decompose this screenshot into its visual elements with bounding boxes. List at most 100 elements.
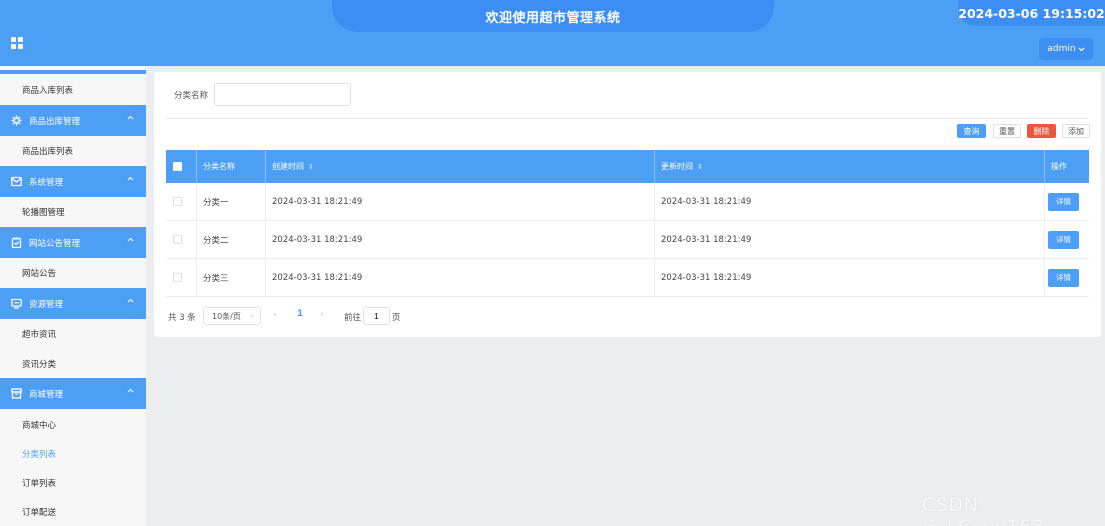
sidebar-item-stock-out-list[interactable]: 商品出库列表 [0,136,146,166]
chevron-up-icon [127,176,134,181]
cell-created: 2024-03-31 18:21:49 [266,183,655,220]
sidebar-group-label: 商品出库管理 [29,116,81,127]
datetime-banner: 2024-03-06 19:15:02 [958,0,1105,26]
sidebar-group-system[interactable]: 系统管理 [0,166,146,197]
sort-icon[interactable]: ⇕ [697,163,703,171]
category-table: 分类名称 创建时间 ⇕ 更新时间 ⇕ 操作 分类一 2024-03-31 18:… [166,150,1089,297]
monitor-icon [11,298,22,309]
sidebar-item-order-list[interactable]: 订单列表 [0,468,146,498]
cell-action: 详情 [1045,183,1089,220]
cell-updated: 2024-03-31 18:21:49 [655,259,1045,296]
user-name: admin [1047,44,1076,54]
cell-created: 2024-03-31 18:21:49 [266,259,655,296]
page-size-value: 10条/页 [212,311,241,321]
sidebar-item-label: 商品出库列表 [22,147,74,157]
divider [166,118,1088,119]
chevron-down-icon: ⌄ [249,311,255,319]
search-label: 分类名称 [174,91,209,101]
delete-button[interactable]: 删除 [1027,124,1056,138]
table-header: 分类名称 创建时间 ⇕ 更新时间 ⇕ 操作 [166,150,1089,183]
sidebar-group-label: 商城管理 [29,389,64,400]
sidebar-group-label: 系统管理 [29,177,64,188]
sidebar-group-announcement[interactable]: 网站公告管理 [0,227,146,258]
column-header-action: 操作 [1045,150,1089,183]
row-checkbox[interactable] [173,273,182,282]
user-menu-button[interactable]: admin [1039,38,1093,60]
sidebar-item-stock-in-list[interactable]: 商品入库列表 [0,75,146,105]
column-header-label: 操作 [1051,162,1067,171]
select-all-cell [166,150,197,183]
sidebar-item-label: 网站公告 [22,269,57,279]
sidebar-group-label: 资源管理 [29,299,64,310]
sidebar-item-news-category[interactable]: 资讯分类 [0,349,146,379]
select-all-checkbox[interactable] [173,162,182,171]
sidebar-item-label: 商品入库列表 [22,86,74,96]
next-page-button[interactable]: › [320,310,324,320]
column-header-label: 分类名称 [203,162,235,171]
sidebar-item-label: 订单列表 [22,479,57,489]
sidebar-item-carousel[interactable]: 轮播图管理 [0,197,146,227]
sidebar-item-announcement[interactable]: 网站公告 [0,258,146,288]
query-button[interactable]: 查询 [957,124,986,138]
table-row: 分类二 2024-03-31 18:21:49 2024-03-31 18:21… [166,221,1089,259]
sidebar-group-label: 网站公告管理 [29,238,81,249]
sidebar-group-bar[interactable] [0,70,146,74]
sidebar-group-mall[interactable]: 商城管理 [0,378,146,409]
detail-button[interactable]: 详情 [1048,192,1079,211]
sort-icon[interactable]: ⇕ [308,163,314,171]
sidebar-group-stock-out[interactable]: 商品出库管理 [0,105,146,136]
cell-name: 分类三 [197,259,266,296]
sidebar-item-order-delivery[interactable]: 订单配送 [0,497,146,526]
detail-button[interactable]: 详情 [1048,268,1079,287]
column-header-created[interactable]: 创建时间 ⇕ [266,150,655,183]
goto-label: 前往 [344,313,362,323]
title-banner: 欢迎使用超市管理系统 [332,0,774,32]
row-select-cell [166,259,197,296]
chevron-up-icon [127,237,134,242]
sidebar-item-market-news[interactable]: 超市资讯 [0,319,146,349]
prev-page-button[interactable]: ‹ [273,310,277,320]
goto-page-input[interactable] [363,307,390,325]
cell-updated: 2024-03-31 18:21:49 [655,221,1045,258]
cell-action: 详情 [1045,259,1089,296]
category-name-input[interactable] [214,83,351,106]
mail-icon [11,176,22,187]
page-number-current[interactable]: 1 [297,309,303,319]
cell-created: 2024-03-31 18:21:49 [266,221,655,258]
sidebar-item-label: 订单配送 [22,508,57,518]
pagination: 共 3 条 10条/页 ⌄ ‹ 1 › 前往 页 [168,307,568,325]
reset-button[interactable]: 重置 [993,124,1021,138]
sidebar-item-label: 分类列表 [22,450,57,460]
page-size-select[interactable]: 10条/页 ⌄ [203,307,261,325]
chevron-up-icon [127,388,134,393]
grid-icon[interactable] [11,37,23,49]
sidebar-item-category-list[interactable]: 分类列表 [0,439,146,469]
sidebar: 商品入库列表 商品出库管理 商品出库列表 系统管理 轮播图管理 网站公告管理 网… [0,66,146,526]
sidebar-item-label: 商城中心 [22,421,57,431]
column-header-updated[interactable]: 更新时间 ⇕ [655,150,1045,183]
sidebar-item-label: 超市资讯 [22,330,57,340]
row-select-cell [166,221,197,258]
sidebar-item-label: 资讯分类 [22,360,57,370]
watermark: CSDN @+G_yy163 [922,494,1044,526]
page-suffix-label: 页 [392,313,401,323]
row-checkbox[interactable] [173,197,182,206]
row-checkbox[interactable] [173,235,182,244]
detail-button[interactable]: 详情 [1048,230,1079,249]
sidebar-item-mall-center[interactable]: 商城中心 [0,410,146,440]
column-header-label: 创建时间 [272,162,304,171]
chevron-up-icon [127,298,134,303]
gear-icon [11,115,22,126]
cell-name: 分类二 [197,221,266,258]
column-header-name: 分类名称 [197,150,266,183]
main-panel: 分类名称 查询 重置 删除 添加 分类名称 创建时间 ⇕ 更新时间 ⇕ 操作 分… [154,72,1101,337]
clipboard-check-icon [11,237,22,248]
add-button[interactable]: 添加 [1062,124,1090,138]
column-header-label: 更新时间 [661,162,693,171]
sidebar-group-resources[interactable]: 资源管理 [0,288,146,319]
cell-action: 详情 [1045,221,1089,258]
archive-icon [11,388,22,399]
table-row: 分类三 2024-03-31 18:21:49 2024-03-31 18:21… [166,259,1089,297]
row-select-cell [166,183,197,220]
app-title: 欢迎使用超市管理系统 [485,10,621,26]
